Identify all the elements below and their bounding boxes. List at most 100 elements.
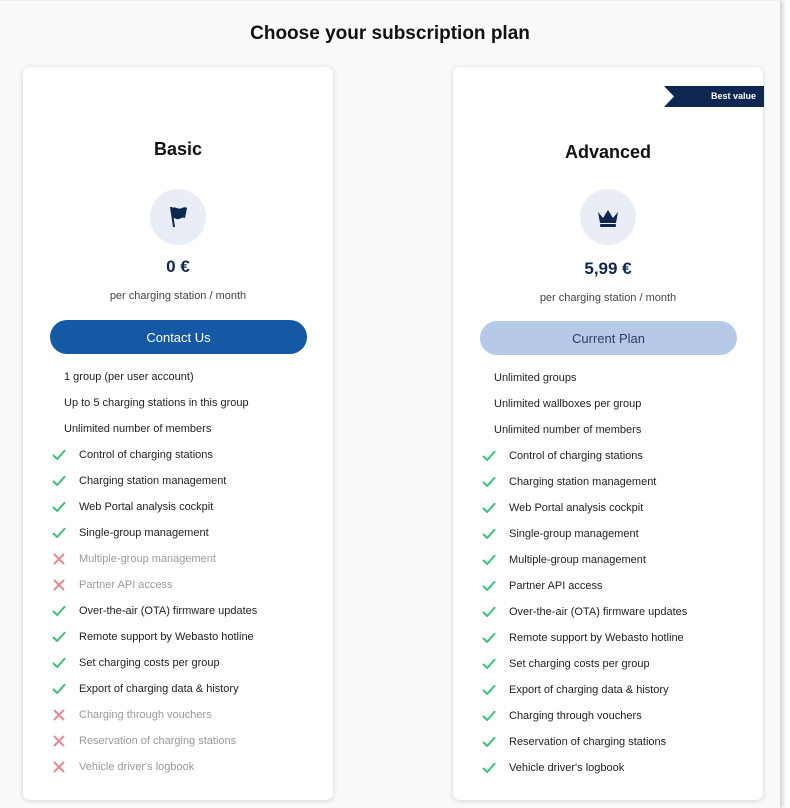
feature-label: Charging station management bbox=[509, 476, 657, 488]
check-icon bbox=[52, 500, 66, 514]
subscription-dialog: Choose your subscription plan Basic 0 € … bbox=[0, 0, 780, 808]
feature-label: Vehicle driver's logbook bbox=[509, 762, 625, 774]
price-unit: per charging station / month bbox=[539, 292, 677, 304]
feature-item: Single-group management bbox=[453, 521, 763, 547]
feature-item: Control of charging stations bbox=[453, 443, 763, 469]
check-icon bbox=[52, 474, 66, 488]
feature-item: Partner API access bbox=[453, 573, 763, 599]
feature-label: Charging station management bbox=[79, 475, 227, 487]
price: 5,99 € bbox=[584, 259, 632, 278]
plan-card-advanced: Best value Advanced 5,99 € per charging … bbox=[453, 67, 764, 800]
feature-item: Unlimited number of members bbox=[23, 416, 333, 442]
feature-label: Set charging costs per group bbox=[509, 658, 650, 670]
feature-item: Set charging costs per group bbox=[453, 651, 763, 677]
feature-item: Partner API access bbox=[23, 572, 333, 598]
feature-label: Over-the-air (OTA) firmware updates bbox=[79, 605, 258, 617]
feature-item: Charging station management bbox=[453, 469, 763, 495]
crown-icon bbox=[580, 189, 636, 245]
feature-label: Multiple-group management bbox=[79, 553, 216, 565]
feature-item: Single-group management bbox=[23, 520, 333, 546]
price: 0 € bbox=[166, 257, 190, 276]
best-value-badge: Best value bbox=[664, 86, 764, 107]
cross-icon bbox=[52, 578, 66, 592]
feature-label: 1 group (per user account) bbox=[64, 371, 194, 383]
check-icon bbox=[52, 604, 66, 618]
check-icon bbox=[482, 735, 496, 749]
contact-us-button[interactable]: Contact Us bbox=[50, 320, 307, 354]
check-icon bbox=[52, 656, 66, 670]
feature-label: Charging through vouchers bbox=[509, 710, 642, 722]
feature-label: Up to 5 charging stations in this group bbox=[64, 397, 249, 409]
feature-label: Remote support by Webasto hotline bbox=[79, 631, 254, 643]
plan-card-basic: Basic 0 € per charging station / month C… bbox=[23, 67, 333, 800]
feature-label: Control of charging stations bbox=[509, 450, 643, 462]
price-unit: per charging station / month bbox=[109, 290, 247, 302]
feature-label: Single-group management bbox=[509, 528, 639, 540]
feature-item: Unlimited groups bbox=[453, 365, 763, 391]
feature-item: Remote support by Webasto hotline bbox=[23, 624, 333, 650]
feature-item: Control of charging stations bbox=[23, 442, 333, 468]
feature-label: Reservation of charging stations bbox=[79, 735, 237, 747]
feature-label: Web Portal analysis cockpit bbox=[79, 501, 214, 513]
feature-item: Vehicle driver's logbook bbox=[453, 755, 763, 781]
feature-label: Remote support by Webasto hotline bbox=[509, 632, 684, 644]
feature-item: Charging through vouchers bbox=[23, 702, 333, 728]
check-icon bbox=[482, 475, 496, 489]
feature-label: Unlimited groups bbox=[494, 372, 577, 384]
feature-label: Partner API access bbox=[509, 580, 603, 592]
cross-icon bbox=[52, 708, 66, 722]
check-icon bbox=[52, 682, 66, 696]
page-title: Choose your subscription plan bbox=[250, 23, 530, 44]
feature-label: Single-group management bbox=[79, 527, 209, 539]
check-icon bbox=[482, 501, 496, 515]
feature-label: Partner API access bbox=[79, 579, 173, 591]
feature-item: Export of charging data & history bbox=[23, 676, 333, 702]
feature-item: 1 group (per user account) bbox=[23, 364, 333, 390]
feature-item: Web Portal analysis cockpit bbox=[23, 494, 333, 520]
feature-item: Charging station management bbox=[23, 468, 333, 494]
feature-item: Remote support by Webasto hotline bbox=[453, 625, 763, 651]
feature-label: Vehicle driver's logbook bbox=[79, 761, 195, 773]
feature-item: Over-the-air (OTA) firmware updates bbox=[453, 599, 763, 625]
feature-label: Unlimited number of members bbox=[494, 424, 642, 436]
check-icon bbox=[482, 709, 496, 723]
check-icon bbox=[482, 631, 496, 645]
feature-label: Export of charging data & history bbox=[79, 683, 239, 695]
cross-icon bbox=[52, 734, 66, 748]
feature-item: Over-the-air (OTA) firmware updates bbox=[23, 598, 333, 624]
feature-item: Multiple-group management bbox=[23, 546, 333, 572]
feature-item: Web Portal analysis cockpit bbox=[453, 495, 763, 521]
check-icon bbox=[482, 449, 496, 463]
feature-item: Up to 5 charging stations in this group bbox=[23, 390, 333, 416]
check-icon bbox=[52, 448, 66, 462]
plan-name: Advanced bbox=[564, 142, 652, 162]
feature-label: Charging through vouchers bbox=[79, 709, 212, 721]
check-icon bbox=[482, 553, 496, 567]
plan-name: Basic bbox=[153, 139, 203, 159]
cross-icon bbox=[52, 552, 66, 566]
feature-label: Export of charging data & history bbox=[509, 684, 669, 696]
feature-item: Unlimited number of members bbox=[453, 417, 763, 443]
cross-icon bbox=[52, 760, 66, 774]
feature-item: Unlimited wallboxes per group bbox=[453, 391, 763, 417]
check-icon bbox=[482, 527, 496, 541]
check-icon bbox=[482, 761, 496, 775]
check-icon bbox=[482, 579, 496, 593]
feature-label: Unlimited wallboxes per group bbox=[494, 398, 642, 410]
feature-item: Reservation of charging stations bbox=[453, 729, 763, 755]
check-icon bbox=[482, 657, 496, 671]
feature-item: Set charging costs per group bbox=[23, 650, 333, 676]
check-icon bbox=[52, 526, 66, 540]
feature-item: Reservation of charging stations bbox=[23, 728, 333, 754]
flag-icon bbox=[150, 189, 206, 245]
feature-label: Unlimited number of members bbox=[64, 423, 212, 435]
feature-item: Charging through vouchers bbox=[453, 703, 763, 729]
check-icon bbox=[482, 605, 496, 619]
feature-label: Reservation of charging stations bbox=[509, 736, 667, 748]
feature-item: Export of charging data & history bbox=[453, 677, 763, 703]
feature-label: Control of charging stations bbox=[79, 449, 213, 461]
check-icon bbox=[482, 683, 496, 697]
feature-label: Web Portal analysis cockpit bbox=[509, 502, 644, 514]
check-icon bbox=[52, 630, 66, 644]
current-plan-button[interactable]: Current Plan bbox=[480, 321, 737, 355]
